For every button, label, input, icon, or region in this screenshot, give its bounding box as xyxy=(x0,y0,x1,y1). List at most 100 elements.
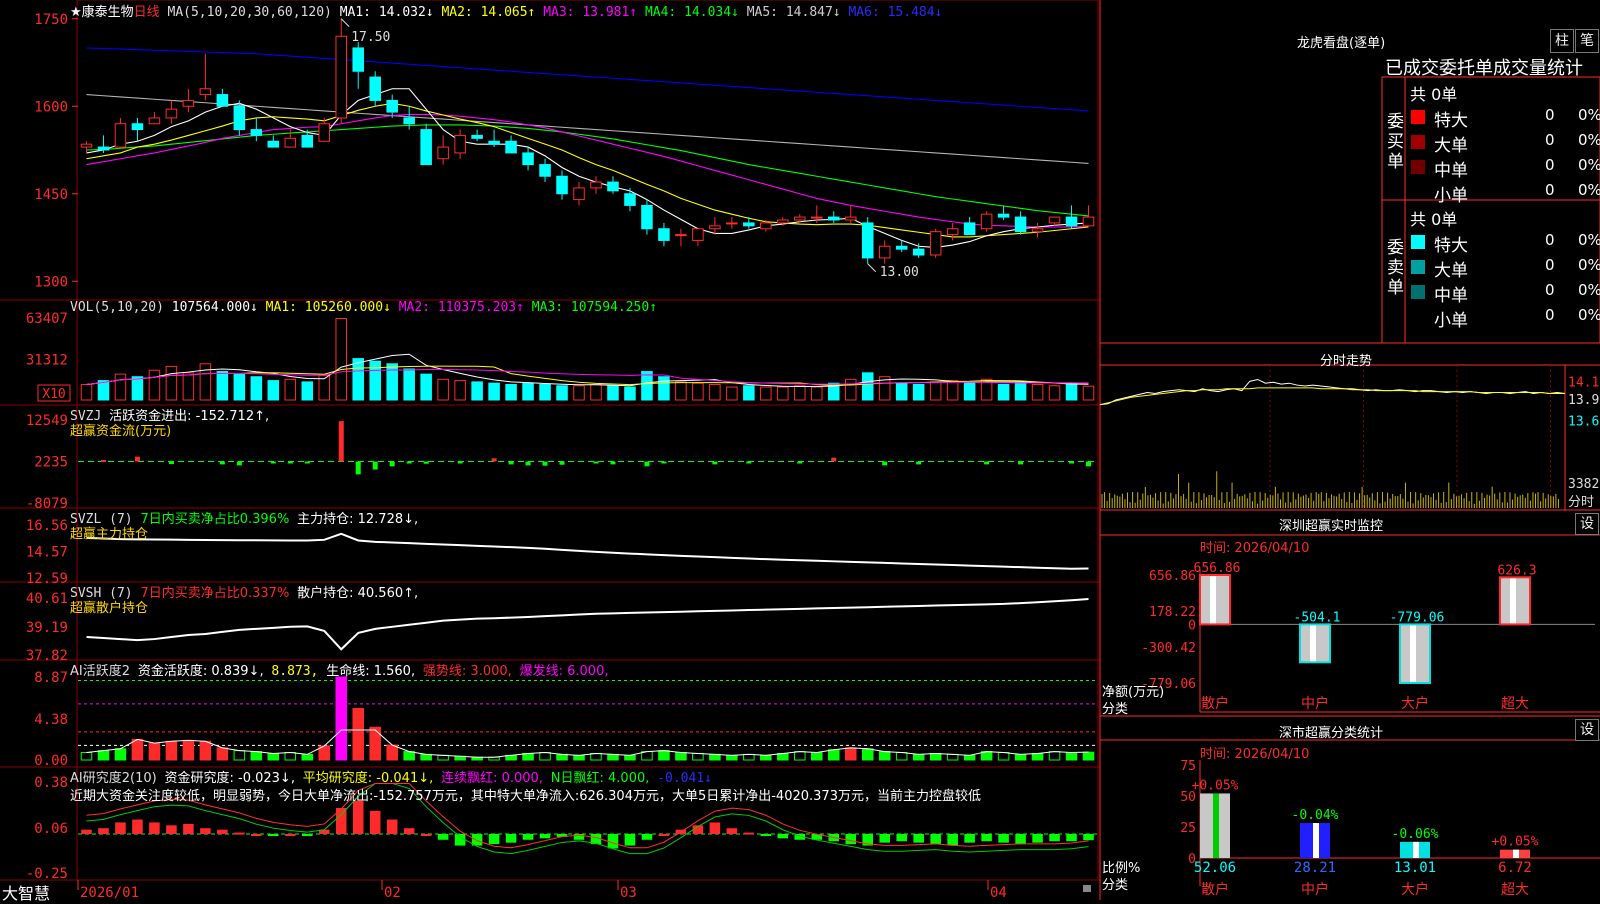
ai-research-bar xyxy=(285,834,296,836)
candle-body xyxy=(437,146,449,160)
candle-body xyxy=(1014,216,1027,233)
ai-active-bar xyxy=(777,752,789,761)
ai-research-bar xyxy=(437,834,449,840)
volume-bar xyxy=(522,382,534,401)
ai-research-bar xyxy=(183,823,194,834)
ai-active-bar xyxy=(182,739,195,761)
svzj-bar xyxy=(270,461,276,464)
svzj-subtitle: 超赢资金流(万元) xyxy=(70,424,172,439)
ai-research-bar xyxy=(200,828,211,834)
ai-active-tick-label: 8.87 xyxy=(34,670,68,686)
classify-value-label: 13.01 xyxy=(1394,860,1436,876)
pen-mode-button[interactable]: 笔 xyxy=(1575,29,1599,53)
classify-xlabel: 分类 xyxy=(1102,878,1129,893)
svsh-hold: 散户持仓: 40.560↑, xyxy=(297,586,419,601)
dragon-title: 龙虎看盘(逐单) xyxy=(1297,36,1386,51)
stats-tabs[interactable]: 已成交委托单成交量统计 xyxy=(1385,54,1600,80)
svzj-bar xyxy=(287,461,293,464)
svzj-bar xyxy=(593,461,599,464)
sell-order-type-label: 特大 xyxy=(1434,236,1468,256)
ai-active-bar xyxy=(352,708,364,761)
ai-active-bar xyxy=(1014,753,1027,761)
ai-active-bar xyxy=(301,753,314,761)
ai-active-header: AI活跃度2 资金活跃度: 0.839↓, 8.873, 生命线: 1.560,… xyxy=(70,660,609,679)
svzj-bar xyxy=(542,461,548,466)
buy-order-type-label: 中单 xyxy=(1434,161,1468,181)
svzj-bar xyxy=(661,461,667,464)
chart-canvas[interactable]: 1750 1600 1450 1300 17.50 13.00 63407 31312 X10 1… xyxy=(0,0,1600,900)
candle-body xyxy=(607,181,619,192)
ai-research-bar xyxy=(115,822,126,834)
candle-body xyxy=(335,35,348,119)
ai-active-bar xyxy=(844,747,857,761)
sell-order-row: 特大 0 0% xyxy=(1408,230,1600,256)
ai-active-bar xyxy=(522,752,534,761)
price-tick-label: 1750 xyxy=(34,12,68,28)
sell-order-color-swatch xyxy=(1411,260,1425,274)
ma3-value: MA3: 13.981↑ xyxy=(543,5,638,20)
sell-order-type-label: 大单 xyxy=(1434,261,1468,281)
volume-bar xyxy=(709,383,721,401)
ma2-value: MA2: 14.065↑ xyxy=(441,5,536,20)
svzj-bar xyxy=(712,461,718,465)
candle-body xyxy=(471,134,483,139)
buy-order-color-swatch xyxy=(1411,160,1425,174)
monitor-value-label: 656.86 xyxy=(1194,561,1241,576)
svzl-subtitle: 超赢主力持仓 xyxy=(70,527,149,542)
ai-active-bar xyxy=(709,753,721,761)
ai-active-bar xyxy=(420,753,432,761)
volume-bar xyxy=(114,373,127,401)
monitor-time: 时间: 2026/04/10 xyxy=(1200,541,1310,556)
stock-name[interactable]: ★康泰生物 xyxy=(70,5,134,20)
candle-body xyxy=(1031,228,1044,233)
ai-peak: 8.873, xyxy=(271,664,319,679)
ai-active-bar xyxy=(284,752,297,761)
buy-order-row: 大单 0 0% xyxy=(1408,130,1600,156)
classify-bar-highlight xyxy=(1413,841,1419,858)
ai-active-bar xyxy=(912,753,925,761)
volume-bar xyxy=(420,373,432,401)
candle-body xyxy=(929,231,942,256)
ai-research-bar xyxy=(760,834,772,836)
ma6-value: MA6: 15.484↓ xyxy=(848,5,943,20)
volume-bar xyxy=(844,378,857,401)
svzj-bar xyxy=(831,457,837,462)
volume-bar xyxy=(131,376,144,401)
volume-bar xyxy=(1082,385,1095,401)
svzj-bar xyxy=(491,458,497,462)
sell-order-type-label: 中单 xyxy=(1434,286,1468,306)
ai-research-bar xyxy=(1083,834,1094,841)
high-label: 17.50 xyxy=(351,30,390,45)
volume-bar xyxy=(165,365,178,401)
ai-research-title: AI研究度2(10) xyxy=(70,771,157,786)
svzj-tick-label: 12549 xyxy=(26,413,68,429)
volume-bar xyxy=(352,358,364,401)
svsh-tick-label: 40.61 xyxy=(26,591,68,607)
date-label: 04 xyxy=(990,885,1007,900)
price-tick-label: 1600 xyxy=(34,99,68,115)
candle-body xyxy=(556,175,568,195)
ai-research-bar xyxy=(1032,834,1043,843)
vol-ma1: MA1: 105260.000↓ xyxy=(265,300,391,315)
monitor-tick-label: 0 xyxy=(1188,618,1196,633)
monitor-settings-button[interactable]: 设 xyxy=(1575,513,1599,535)
ai-research-header: AI研究度2(10) 资金研究度: -0.023↓, 平均研究度: -0.041… xyxy=(70,767,712,786)
monitor-category-label: 大户 xyxy=(1401,695,1429,712)
ai-research-bar xyxy=(879,834,890,843)
candle-body xyxy=(777,219,789,224)
candle-body xyxy=(946,228,959,236)
svzj-bar xyxy=(355,461,361,475)
ai-active-bar xyxy=(80,752,93,761)
ai-research-bar xyxy=(369,810,381,834)
ai-research-tick-label: 0.06 xyxy=(34,821,68,837)
bar-mode-button[interactable]: 柱 xyxy=(1550,29,1574,53)
candle-body xyxy=(352,47,364,72)
period-label[interactable]: 日线 xyxy=(134,5,160,20)
classify-settings-button[interactable]: 设 xyxy=(1575,719,1599,741)
monitor-xlabel: 分类 xyxy=(1102,702,1129,717)
candle-body xyxy=(165,108,178,119)
monitor-category-label: 超大 xyxy=(1501,696,1529,712)
candle-body xyxy=(522,152,534,166)
buy-order-row: 小单 0 0% xyxy=(1408,180,1600,206)
sell-order-percent: 0% xyxy=(1578,306,1600,324)
